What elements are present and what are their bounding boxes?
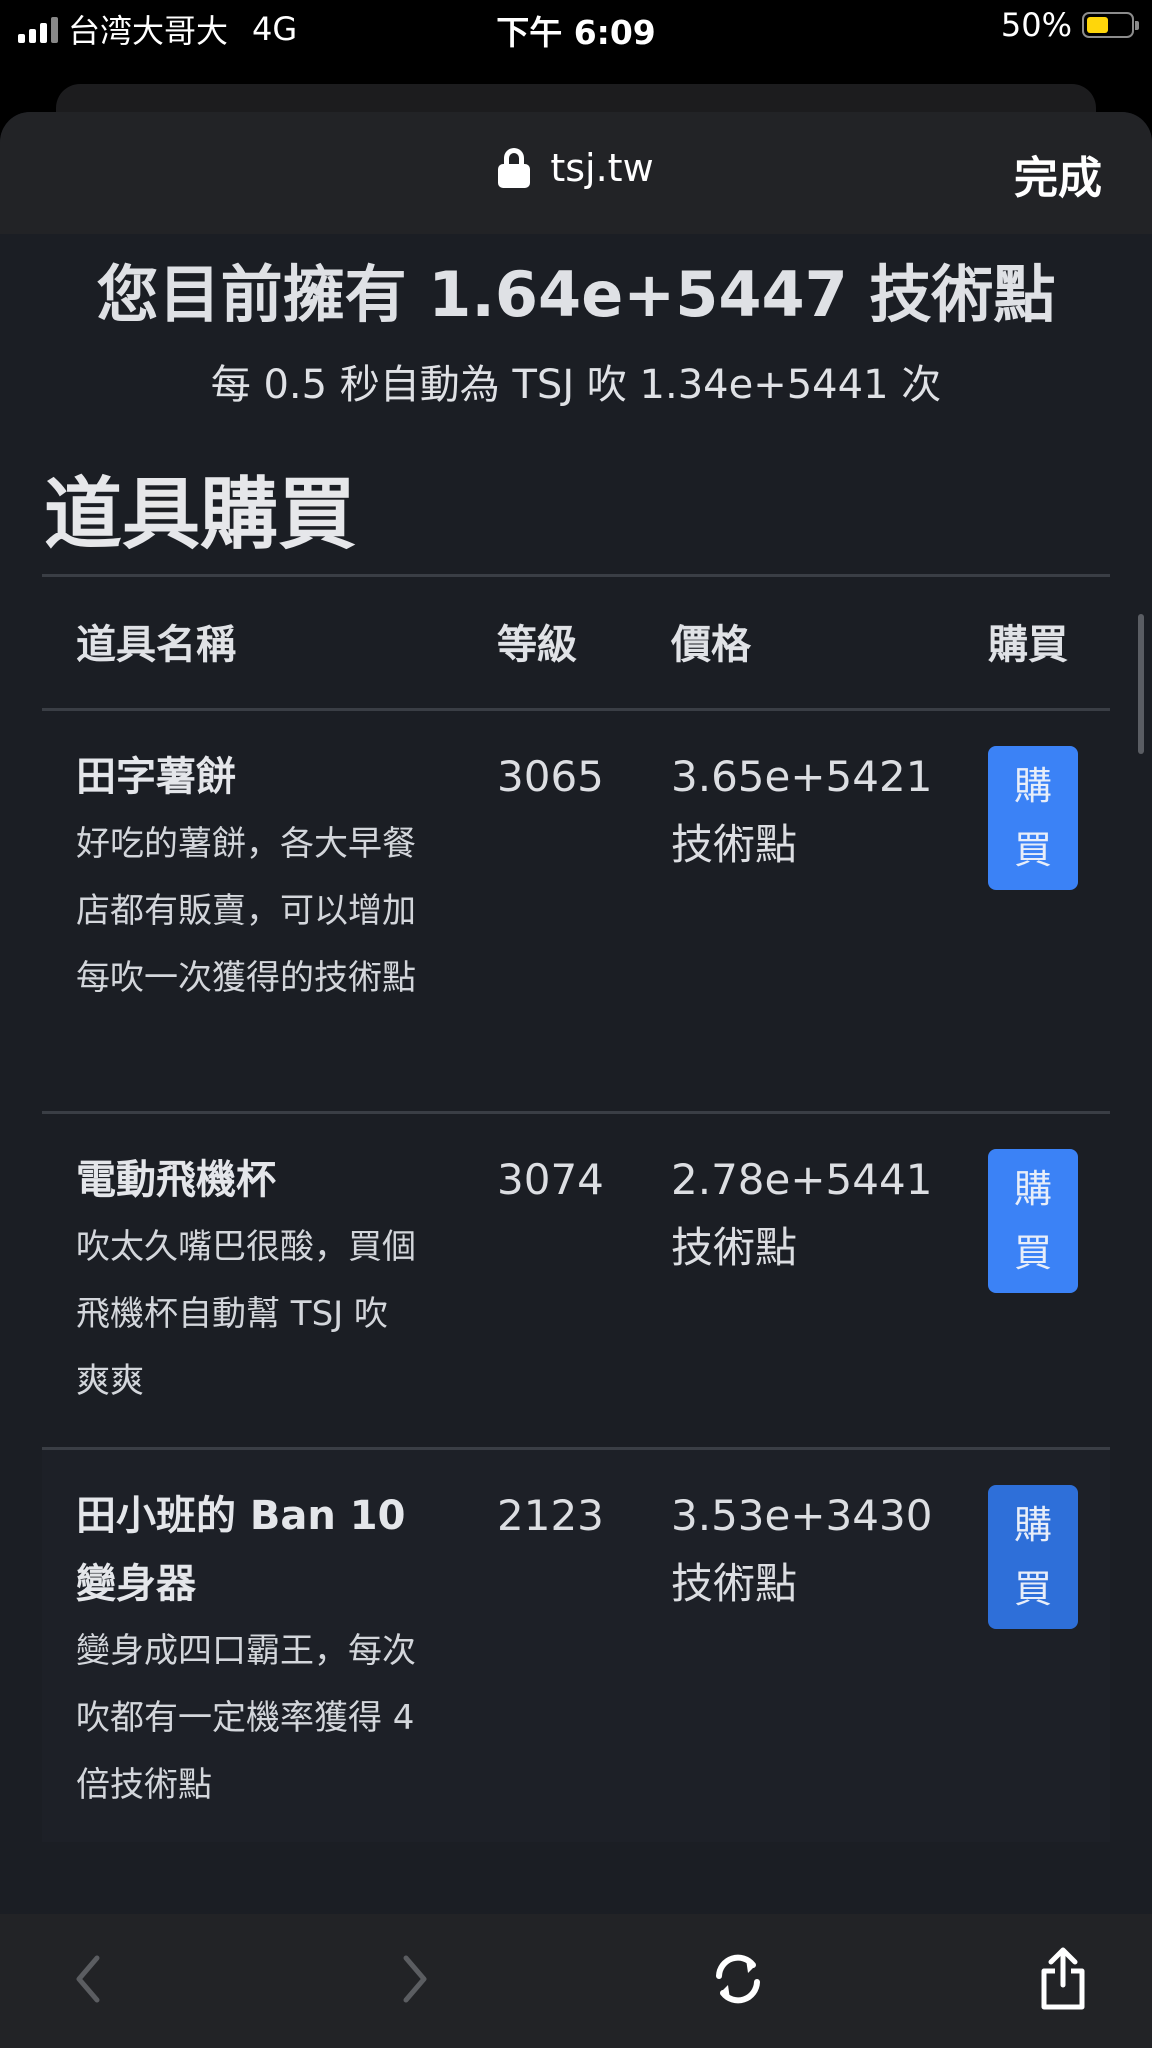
item-level: 2123 [497,1491,604,1540]
item-name-cell: 田字薯餅 好吃的薯餅，各大早餐店都有販賣，可以增加每吹一次獲得的技術點 [76,743,416,1012]
reload-icon[interactable] [698,1944,778,2014]
item-name: 田字薯餅 [76,754,236,800]
table-row: 電動飛機杯 吹太久嘴巴很酸，買個飛機杯自動幫 TSJ 吹爽爽 3074 2.78… [42,1114,1110,1447]
url-display[interactable]: tsj.tw [0,146,1152,190]
shop-title: 道具購買 [44,470,357,560]
item-price: 2.78e+5441 [671,1155,933,1204]
item-price: 3.65e+5421 [671,752,933,801]
header-level: 等級 [497,622,577,668]
scrollbar[interactable] [1138,614,1144,754]
done-button[interactable]: 完成 [1014,142,1102,206]
item-description: 好吃的薯餅，各大早餐店都有販賣，可以增加每吹一次獲得的技術點 [76,824,416,998]
item-price: 3.53e+3430 [671,1491,933,1540]
status-bar: 台湾大哥大 4G 下午 6:09 50% [0,0,1152,60]
buy-button[interactable]: 購 買 [988,746,1078,890]
item-description: 吹太久嘴巴很酸，買個飛機杯自動幫 TSJ 吹爽爽 [76,1227,416,1401]
item-level: 3074 [497,1155,604,1204]
battery-icon [1082,12,1139,38]
buy-label: 購 [1013,1503,1052,1547]
clock: 下午 6:09 [496,13,656,52]
header-price: 價格 [671,622,751,668]
auto-rate: 每 0.5 秒自動為 TSJ 吹 1.34e+5441 次 [210,362,942,408]
item-price-cell: 2.78e+5441 技術點 [671,1146,933,1282]
buy-label: 買 [1013,828,1052,872]
item-name: 田小班的 Ban 10 變身器 [76,1493,406,1607]
item-price-cell: 3.65e+5421 技術點 [671,743,933,879]
buy-label: 買 [1013,1231,1052,1275]
item-price-unit: 技術點 [671,1559,798,1608]
table-row: 田小班的 Ban 10 變身器 變身成四口霸王，每次吹都有一定機率獲得 4 倍技… [42,1450,1110,1842]
item-name: 電動飛機杯 [76,1157,276,1203]
forward-icon[interactable] [375,1944,455,2014]
buy-label: 買 [1013,1567,1052,1611]
table-row: 田字薯餅 好吃的薯餅，各大早餐店都有販賣，可以增加每吹一次獲得的技術點 3065… [42,711,1110,1111]
item-name-cell: 田小班的 Ban 10 變身器 變身成四口霸王，每次吹都有一定機率獲得 4 倍技… [76,1482,416,1819]
item-price-cell: 3.53e+3430 技術點 [671,1482,933,1618]
browser-navbar: tsj.tw 完成 [0,112,1152,234]
buy-button[interactable]: 購 買 [988,1149,1078,1293]
item-level: 3065 [497,752,604,801]
back-icon[interactable] [48,1944,128,2014]
item-description: 變身成四口霸王，每次吹都有一定機率獲得 4 倍技術點 [76,1631,416,1805]
item-price-unit: 技術點 [671,1223,798,1272]
item-name-cell: 電動飛機杯 吹太久嘴巴很酸，買個飛機杯自動幫 TSJ 吹爽爽 [76,1146,416,1415]
lock-icon [498,148,531,188]
points-total: 您目前擁有 1.64e+5447 技術點 [96,258,1056,331]
buy-button[interactable]: 購 買 [988,1485,1078,1629]
header-buy: 購買 [988,622,1068,668]
url-text: tsj.tw [550,146,654,190]
buy-label: 購 [1013,764,1052,808]
buy-label: 購 [1013,1167,1052,1211]
item-price-unit: 技術點 [671,820,798,869]
battery-percent: 50% [1000,6,1072,44]
browser-toolbar [0,1914,1152,2048]
header-name: 道具名稱 [76,622,236,668]
browser-sheet: tsj.tw 完成 您目前擁有 1.64e+5447 技術點 每 0.5 秒自動… [0,112,1152,2048]
share-icon[interactable] [1023,1944,1103,2014]
table-top-divider [42,574,1110,577]
status-right: 50% [1000,6,1139,44]
